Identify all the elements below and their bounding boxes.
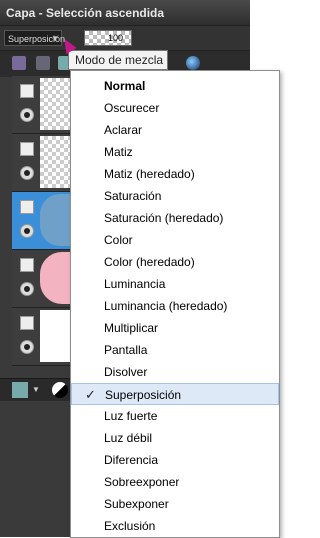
page-icon[interactable] xyxy=(20,316,34,330)
menu-item-label: Luz débil xyxy=(104,431,153,445)
menu-item-label: Color xyxy=(104,233,133,247)
mask-icon[interactable] xyxy=(36,56,50,70)
menu-item-label: Oscurecer xyxy=(104,101,160,115)
layer-row[interactable] xyxy=(12,250,72,308)
menu-item-label: Luminancia xyxy=(104,277,166,291)
menu-item-label: Multiplicar xyxy=(104,321,159,335)
menu-item-label: Matiz xyxy=(104,145,133,159)
menu-item-label: Color (heredado) xyxy=(104,255,195,269)
chevron-down-icon[interactable]: ▼ xyxy=(32,382,48,398)
layer-row[interactable] xyxy=(12,308,72,366)
menu-item[interactable]: Sobreexponer xyxy=(71,471,279,493)
menu-item[interactable]: Luminancia (heredado) xyxy=(71,295,279,317)
eye-icon[interactable] xyxy=(20,166,34,180)
page-icon[interactable] xyxy=(20,142,34,156)
menu-item[interactable]: Subexponer xyxy=(71,493,279,515)
menu-item[interactable]: Saturación xyxy=(71,185,279,207)
page-icon[interactable] xyxy=(20,200,34,214)
menu-item-label: Subexponer xyxy=(104,497,169,511)
layer-thumbnail xyxy=(40,136,72,188)
checkmark-icon: ✓ xyxy=(85,387,96,402)
brush-icon[interactable] xyxy=(12,56,26,70)
menu-item-label: Superposición xyxy=(105,388,182,402)
menu-item-label: Saturación xyxy=(104,189,162,203)
menu-item-label: Normal xyxy=(104,79,146,93)
layers-list xyxy=(12,76,72,366)
window-title: Capa - Selección ascendida xyxy=(0,0,250,26)
menu-item[interactable]: Saturación (heredado) xyxy=(71,207,279,229)
layer-thumbnail xyxy=(40,252,72,304)
chevron-down-icon: ▼ xyxy=(51,34,59,43)
layer-thumbnail xyxy=(40,194,72,246)
menu-item[interactable]: Aclarar xyxy=(71,119,279,141)
layer-thumbnail xyxy=(40,310,72,362)
menu-item[interactable]: Normal xyxy=(71,75,279,97)
opacity-field[interactable]: 100 xyxy=(84,30,132,46)
menu-item[interactable]: Disolver xyxy=(71,361,279,383)
page-icon[interactable] xyxy=(20,84,34,98)
menu-item[interactable]: Exclusión xyxy=(71,515,279,537)
menu-item-label: Diferencia xyxy=(104,453,159,467)
menu-item-label: Exclusión xyxy=(104,519,156,533)
blend-mode-select[interactable]: Superposición ▼ xyxy=(4,30,65,46)
menu-item-label: Saturación (heredado) xyxy=(104,211,224,225)
layer-row[interactable] xyxy=(12,134,72,192)
menu-item[interactable]: Matiz xyxy=(71,141,279,163)
menu-item-label: Aclarar xyxy=(104,123,143,137)
eye-icon[interactable] xyxy=(20,224,34,238)
menu-item[interactable]: Matiz (heredado) xyxy=(71,163,279,185)
menu-item-label: Luminancia (heredado) xyxy=(104,299,228,313)
new-layer-icon[interactable] xyxy=(12,382,28,398)
tooltip: Modo de mezcla xyxy=(68,50,168,70)
eye-icon[interactable] xyxy=(20,340,34,354)
layer-row[interactable] xyxy=(12,76,72,134)
menu-item[interactable]: Oscurecer xyxy=(71,97,279,119)
menu-item[interactable]: Multiplicar xyxy=(71,317,279,339)
menu-item-label: Luz fuerte xyxy=(104,409,158,423)
blend-mode-menu: Normal Oscurecer Aclarar Matiz Matiz (hereda… xyxy=(70,70,280,538)
eye-icon[interactable] xyxy=(20,108,34,122)
menu-item[interactable]: Color xyxy=(71,229,279,251)
menu-item[interactable]: Pantalla xyxy=(71,339,279,361)
eye-icon[interactable] xyxy=(20,282,34,296)
menu-item-label: Disolver xyxy=(104,365,148,379)
menu-item[interactable]: ✓ Superposición xyxy=(71,383,279,405)
menu-item-label: Sobreexponer xyxy=(104,475,180,489)
layer-thumbnail xyxy=(40,78,72,130)
adjustment-icon[interactable] xyxy=(52,382,68,398)
menu-item-label: Pantalla xyxy=(104,343,148,357)
menu-item[interactable]: Luz débil xyxy=(71,427,279,449)
menu-item[interactable]: Diferencia xyxy=(71,449,279,471)
menu-item[interactable]: Color (heredado) xyxy=(71,251,279,273)
menu-item-label: Matiz (heredado) xyxy=(104,167,195,181)
sphere-icon[interactable] xyxy=(186,56,200,70)
menu-item[interactable]: Luminancia xyxy=(71,273,279,295)
menu-item[interactable]: Luz fuerte xyxy=(71,405,279,427)
page-icon[interactable] xyxy=(20,258,34,272)
layer-row-selected[interactable] xyxy=(12,192,72,250)
